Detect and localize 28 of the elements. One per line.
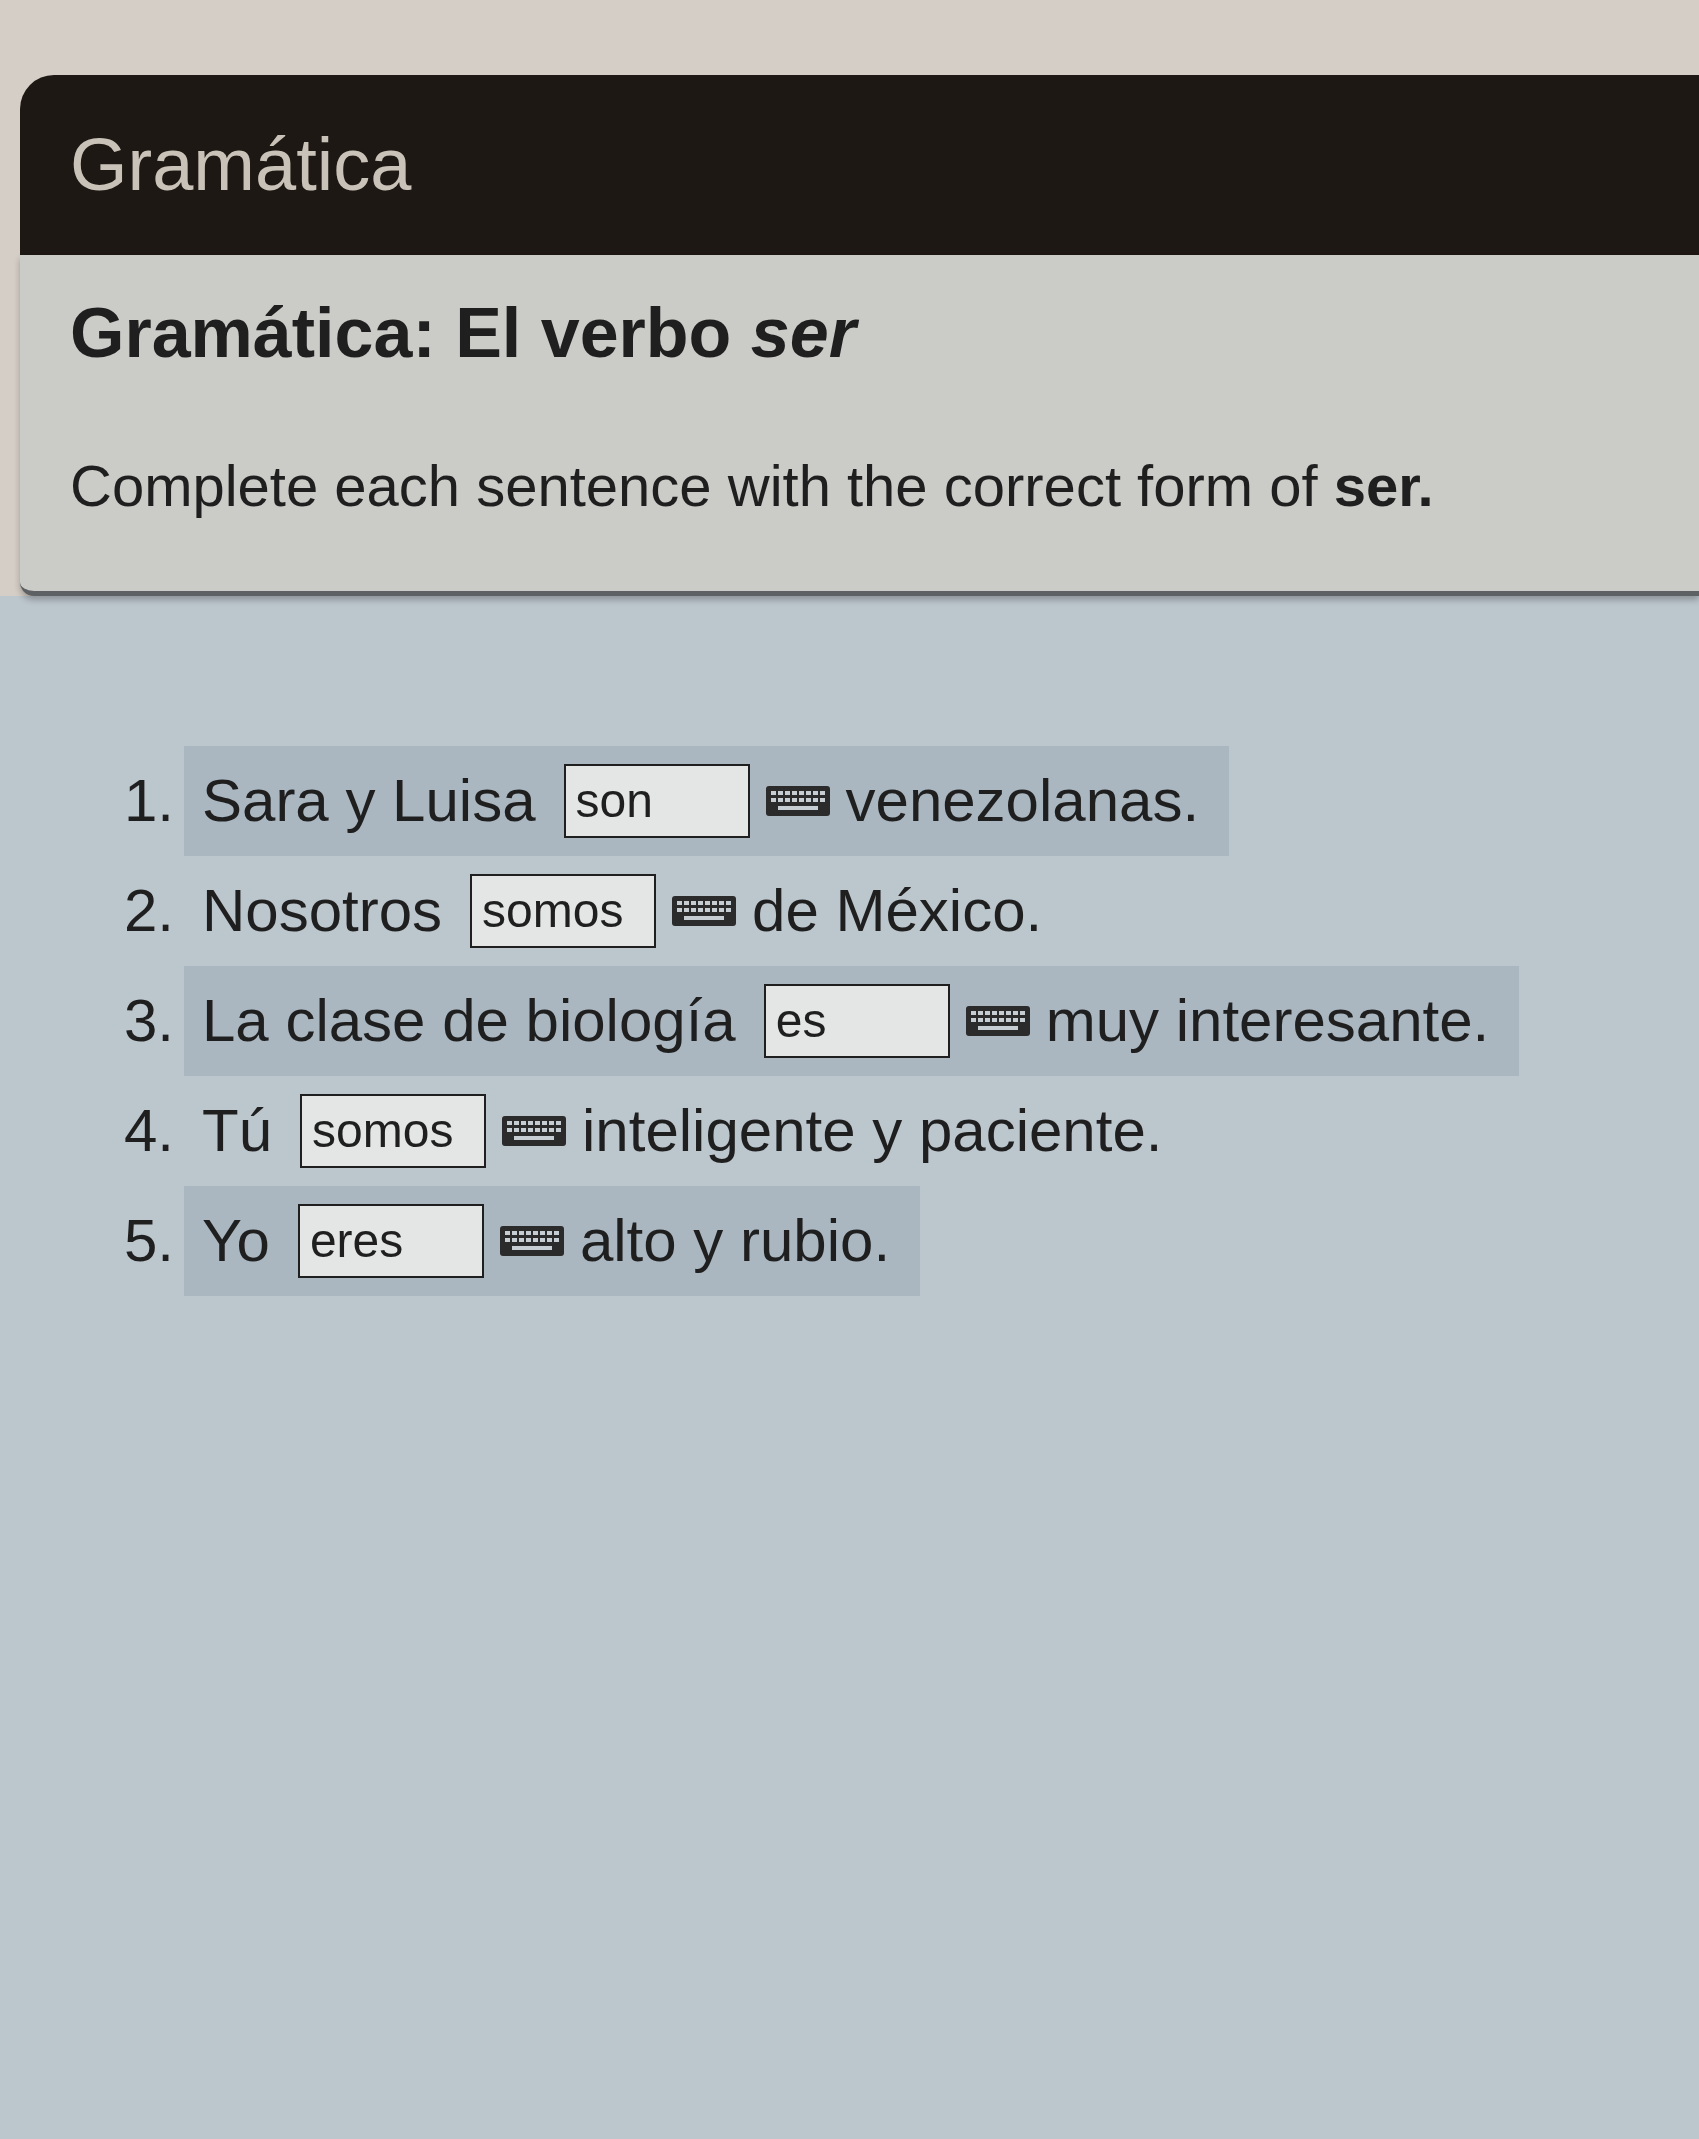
answer-field[interactable]: son: [563, 763, 750, 838]
item-number: 2.: [124, 880, 176, 941]
answer-field[interactable]: somos: [300, 1093, 487, 1168]
keyboard-icon[interactable]: [499, 1225, 564, 1256]
item-number: 3.: [124, 990, 176, 1051]
sentence-text: Nosotros: [202, 880, 443, 941]
sentence-text: alto y rubio.: [579, 1210, 891, 1271]
instruction-text: Complete each sentence with the correct form of ser.: [70, 452, 1435, 520]
sentence-text: Sara y Luisa: [202, 770, 536, 831]
header-title: Gramática: [70, 128, 412, 202]
item-number: 4.: [124, 1100, 176, 1161]
keyboard-icon[interactable]: [672, 895, 737, 926]
sentence-text: Yo: [202, 1210, 270, 1271]
keyboard-icon[interactable]: [965, 1005, 1030, 1036]
item-number: 1.: [124, 770, 176, 831]
item-number: 5.: [124, 1210, 176, 1271]
sentence-text: La clase de biología: [202, 990, 736, 1051]
keyboard-icon[interactable]: [502, 1115, 567, 1146]
activity-title: Gramática: El verbo ser: [70, 291, 866, 375]
keyboard-icon[interactable]: [765, 785, 830, 816]
answer-field[interactable]: eres: [297, 1203, 484, 1278]
sentence-text: muy interesante.: [1045, 990, 1490, 1051]
sentence-text: de México.: [752, 880, 1043, 941]
sentence-text: venezolanas.: [845, 770, 1200, 831]
answer-field[interactable]: es: [763, 983, 950, 1058]
sentence-text: Tú: [202, 1100, 273, 1161]
sentence-text: inteligente y paciente.: [582, 1100, 1163, 1161]
answer-field[interactable]: somos: [470, 873, 657, 948]
